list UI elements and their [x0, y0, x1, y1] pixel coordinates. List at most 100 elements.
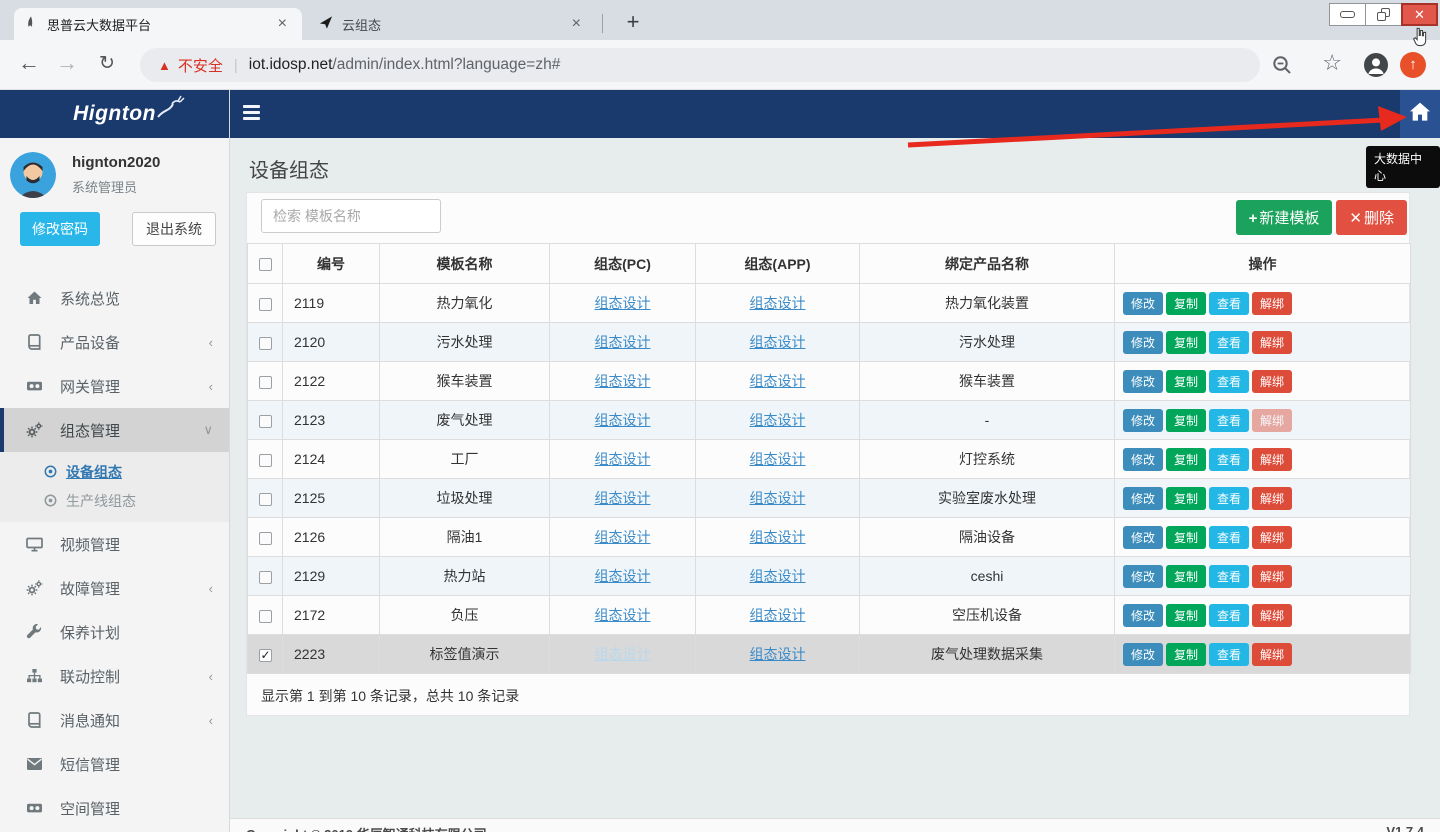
submenu-item-device-scada[interactable]: 设备组态 [0, 457, 229, 486]
tab-close-icon[interactable]: × [273, 16, 292, 32]
pc-design-link[interactable]: 组态设计 [595, 451, 651, 467]
edit-button[interactable]: 修改 [1123, 487, 1163, 510]
sidebar-item-linkage-control[interactable]: 联动控制‹ [0, 654, 229, 698]
view-button[interactable]: 查看 [1209, 448, 1249, 471]
unbind-button[interactable]: 解绑 [1252, 487, 1292, 510]
app-design-link[interactable]: 组态设计 [750, 607, 806, 623]
view-button[interactable]: 查看 [1209, 565, 1249, 588]
back-button[interactable]: ← [14, 50, 44, 76]
sidebar-item-scada-management[interactable]: 组态管理∨ [0, 408, 229, 452]
copy-button[interactable]: 复制 [1166, 565, 1206, 588]
sidebar-item-space-management[interactable]: 空间管理 [0, 786, 229, 830]
row-checkbox[interactable] [259, 298, 272, 311]
copy-button[interactable]: 复制 [1166, 292, 1206, 315]
bigdata-home-button[interactable] [1400, 90, 1440, 138]
sidebar-item-product-device[interactable]: 产品设备‹ [0, 320, 229, 364]
new-template-button[interactable]: +新建模板 [1236, 200, 1333, 235]
restore-button[interactable] [1365, 3, 1402, 26]
edit-button[interactable]: 修改 [1123, 331, 1163, 354]
copy-button[interactable]: 复制 [1166, 409, 1206, 432]
row-checkbox[interactable] [259, 610, 272, 623]
browser-tab-2[interactable]: 云组态 × [308, 8, 596, 40]
copy-button[interactable]: 复制 [1166, 487, 1206, 510]
edit-button[interactable]: 修改 [1123, 409, 1163, 432]
pc-design-link[interactable]: 组态设计 [595, 607, 651, 623]
edit-button[interactable]: 修改 [1123, 604, 1163, 627]
row-checkbox[interactable] [259, 649, 272, 662]
unbind-button[interactable]: 解绑 [1252, 526, 1292, 549]
pc-design-link[interactable]: 组态设计 [595, 646, 651, 662]
app-design-link[interactable]: 组态设计 [750, 295, 806, 311]
search-input[interactable] [261, 199, 441, 233]
sidebar-item-fault-management[interactable]: 故障管理‹ [0, 566, 229, 610]
row-checkbox[interactable] [259, 571, 272, 584]
copy-button[interactable]: 复制 [1166, 448, 1206, 471]
app-design-link[interactable]: 组态设计 [750, 373, 806, 389]
copy-button[interactable]: 复制 [1166, 643, 1206, 666]
view-button[interactable]: 查看 [1209, 331, 1249, 354]
unbind-button[interactable]: 解绑 [1252, 643, 1292, 666]
pc-design-link[interactable]: 组态设计 [595, 568, 651, 584]
sidebar-item-maintenance-plan[interactable]: 保养计划 [0, 610, 229, 654]
edit-button[interactable]: 修改 [1123, 448, 1163, 471]
delete-button[interactable]: ✕删除 [1336, 200, 1407, 235]
unbind-button[interactable]: 解绑 [1252, 409, 1292, 432]
edit-button[interactable]: 修改 [1123, 565, 1163, 588]
sidebar-item-system-overview[interactable]: 系统总览 [0, 276, 229, 320]
view-button[interactable]: 查看 [1209, 409, 1249, 432]
change-password-button[interactable]: 修改密码 [20, 212, 100, 246]
pc-design-link[interactable]: 组态设计 [595, 373, 651, 389]
view-button[interactable]: 查看 [1209, 526, 1249, 549]
new-tab-button[interactable]: + [618, 8, 648, 38]
sidebar-item-video-management[interactable]: 视频管理 [0, 522, 229, 566]
copy-button[interactable]: 复制 [1166, 526, 1206, 549]
minimize-button[interactable] [1329, 3, 1366, 26]
view-button[interactable]: 查看 [1209, 604, 1249, 627]
pc-design-link[interactable]: 组态设计 [595, 529, 651, 545]
profile-avatar-icon[interactable] [1364, 53, 1388, 82]
edit-button[interactable]: 修改 [1123, 526, 1163, 549]
address-bar[interactable]: ▲ 不安全 | iot.idosp.net /admin/index.html?… [140, 48, 1260, 82]
unbind-button[interactable]: 解绑 [1252, 448, 1292, 471]
row-checkbox[interactable] [259, 415, 272, 428]
row-checkbox[interactable] [259, 376, 272, 389]
unbind-button[interactable]: 解绑 [1252, 565, 1292, 588]
view-button[interactable]: 查看 [1209, 487, 1249, 510]
app-design-link[interactable]: 组态设计 [750, 490, 806, 506]
tab-close-icon[interactable]: × [567, 16, 586, 32]
sidebar-item-message-notice[interactable]: 消息通知‹ [0, 698, 229, 742]
copy-button[interactable]: 复制 [1166, 604, 1206, 627]
app-design-link[interactable]: 组态设计 [750, 646, 806, 662]
sidebar-item-sms-management[interactable]: 短信管理 [0, 742, 229, 786]
pc-design-link[interactable]: 组态设计 [595, 334, 651, 350]
row-checkbox[interactable] [259, 337, 272, 350]
unbind-button[interactable]: 解绑 [1252, 331, 1292, 354]
close-button[interactable]: ✕ [1401, 3, 1438, 26]
browser-tab-1[interactable]: 思普云大数据平台 × [14, 8, 302, 40]
pc-design-link[interactable]: 组态设计 [595, 412, 651, 428]
browser-update-icon[interactable]: ↑ [1400, 52, 1426, 78]
view-button[interactable]: 查看 [1209, 643, 1249, 666]
unbind-button[interactable]: 解绑 [1252, 604, 1292, 627]
submenu-item-line-scada[interactable]: 生产线组态 [0, 486, 229, 515]
app-design-link[interactable]: 组态设计 [750, 412, 806, 428]
pc-design-link[interactable]: 组态设计 [595, 490, 651, 506]
logout-button[interactable]: 退出系统 [132, 212, 216, 246]
unbind-button[interactable]: 解绑 [1252, 292, 1292, 315]
row-checkbox[interactable] [259, 493, 272, 506]
unbind-button[interactable]: 解绑 [1252, 370, 1292, 393]
pc-design-link[interactable]: 组态设计 [595, 295, 651, 311]
app-design-link[interactable]: 组态设计 [750, 334, 806, 350]
edit-button[interactable]: 修改 [1123, 292, 1163, 315]
sidebar-item-gateway-management[interactable]: 网关管理‹ [0, 364, 229, 408]
view-button[interactable]: 查看 [1209, 292, 1249, 315]
hamburger-menu-icon[interactable] [243, 105, 260, 123]
select-all-checkbox[interactable] [259, 258, 272, 271]
edit-button[interactable]: 修改 [1123, 370, 1163, 393]
app-design-link[interactable]: 组态设计 [750, 529, 806, 545]
forward-button[interactable]: → [52, 50, 82, 76]
copy-button[interactable]: 复制 [1166, 370, 1206, 393]
row-checkbox[interactable] [259, 532, 272, 545]
row-checkbox[interactable] [259, 454, 272, 467]
app-design-link[interactable]: 组态设计 [750, 568, 806, 584]
